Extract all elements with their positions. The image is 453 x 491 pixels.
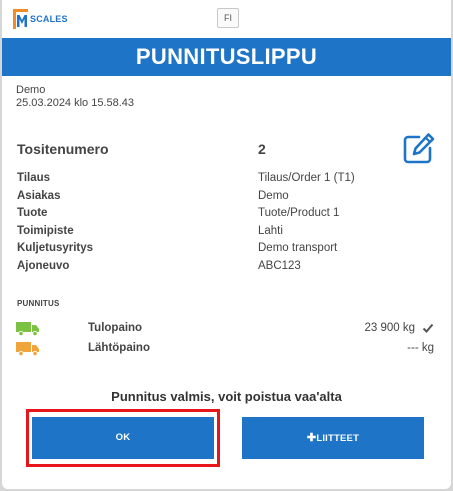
weighing-section-label: PUNNITUS xyxy=(17,299,60,308)
page-title: PUNNITUSLIPPU xyxy=(2,38,451,76)
weighing-value-wrap: --- kg xyxy=(407,342,434,354)
detail-row: Toimipiste Lahti xyxy=(2,225,451,243)
meta-customer: Demo xyxy=(16,84,46,96)
ticket-meta: Demo 25.03.2024 klo 15.58.43 xyxy=(2,76,451,110)
detail-label: Tilaus xyxy=(17,172,51,184)
detail-row: Tilaus Tilaus/Order 1 (T1) xyxy=(2,172,451,190)
detail-value: Demo xyxy=(258,189,289,202)
detail-label: Kuljetusyritys xyxy=(17,242,94,255)
detail-label: Toimipiste xyxy=(17,224,74,237)
edit-icon[interactable] xyxy=(402,132,436,164)
detail-value: Demo transport xyxy=(258,242,338,255)
check-icon xyxy=(422,323,434,333)
attachments-button[interactable]: ✚LIITTEET xyxy=(242,417,424,459)
top-bar: SCALES FI xyxy=(2,0,451,38)
voucher-label: Tositenumero xyxy=(17,141,109,157)
weighing-label: Tulopaino xyxy=(88,322,143,334)
truck-icon xyxy=(16,342,39,356)
detail-value: Lahti xyxy=(258,224,283,237)
meta-datetime: 25.03.2024 klo 15.58.43 xyxy=(16,97,135,109)
weighing-value: 23 900 kg xyxy=(364,322,415,334)
plus-icon: ✚ xyxy=(306,432,317,444)
voucher-value: 2 xyxy=(258,141,266,157)
detail-value: ABC123 xyxy=(258,259,301,272)
weighing-row: Lähtöpaino --- kg xyxy=(2,338,451,358)
ok-button[interactable]: OK xyxy=(32,417,214,459)
detail-row: Tuote Tuote/Product 1 xyxy=(2,207,451,225)
weighing-ticket-card: SCALES FI PUNNITUSLIPPU Demo 25.03.2024 … xyxy=(2,0,451,489)
detail-row: Kuljetusyritys Demo transport xyxy=(2,242,451,260)
status-message: Punnitus valmis, voit poistua vaa'alta xyxy=(111,389,342,404)
truck-icon xyxy=(16,322,39,336)
weighing-label: Lähtöpaino xyxy=(88,342,150,354)
detail-row: Asiakas Demo xyxy=(2,190,451,208)
weighing-row: Tulopaino 23 900 kg xyxy=(2,318,451,338)
voucher-row: Tositenumero 2 xyxy=(2,132,451,164)
logo: SCALES xyxy=(13,9,68,29)
detail-value: Tilaus/Order 1 (T1) xyxy=(258,172,355,184)
weighing-value-wrap: 23 900 kg xyxy=(364,322,434,334)
details-list: Tilaus Tilaus/Order 1 (T1) Asiakas Demo Tuot… xyxy=(2,172,451,278)
logo-text: SCALES xyxy=(30,14,68,24)
detail-row: Ajoneuvo ABC123 xyxy=(2,260,451,278)
detail-label: Asiakas xyxy=(17,189,61,202)
language-button[interactable]: FI xyxy=(217,8,239,28)
weighing-value: --- kg xyxy=(407,342,434,354)
detail-value: Tuote/Product 1 xyxy=(258,207,340,220)
scales-logo-icon xyxy=(13,9,28,29)
attachments-label: LIITTEET xyxy=(316,433,360,444)
detail-label: Tuote xyxy=(17,207,48,220)
detail-label: Ajoneuvo xyxy=(17,259,70,272)
